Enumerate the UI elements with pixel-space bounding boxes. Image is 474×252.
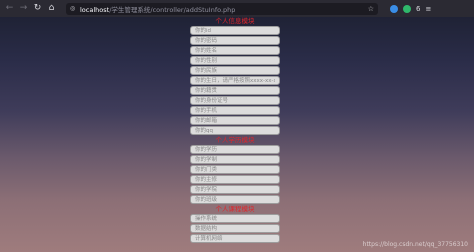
url-text: localhost/学生管理系统/controller/addStuInfo.p… — [80, 5, 236, 14]
form-input-field[interactable] — [190, 36, 280, 45]
form-input-field[interactable] — [190, 86, 280, 95]
back-arrow-icon[interactable]: ← — [4, 3, 15, 14]
form-input-field[interactable] — [190, 46, 280, 55]
form-input-field[interactable] — [190, 56, 280, 65]
address-bar[interactable]: ◎ localhost/学生管理系统/controller/addStuInfo… — [66, 2, 378, 15]
form-input-field[interactable] — [190, 155, 280, 164]
form-input-field[interactable] — [190, 224, 280, 233]
form-input-field[interactable] — [190, 214, 280, 223]
student-info-form: 个人信息模块个人学历模块个人课程模块 — [190, 17, 280, 244]
reload-icon[interactable]: ↻ — [32, 3, 43, 14]
form-input-field[interactable] — [190, 96, 280, 105]
form-input-field[interactable] — [190, 76, 280, 85]
bookmark-star-icon[interactable]: ☆ — [368, 5, 374, 13]
section-title: 个人信息模块 — [215, 17, 255, 25]
page-info-icon[interactable]: ◎ — [70, 5, 77, 12]
form-input-field[interactable] — [190, 234, 280, 243]
form-input-field[interactable] — [190, 66, 280, 75]
form-input-field[interactable] — [190, 106, 280, 115]
browser-toolbar: ← → ↻ ⌂ ◎ localhost/学生管理系统/controller/ad… — [0, 0, 474, 17]
section-title: 个人课程模块 — [215, 205, 255, 213]
section-title: 个人学历模块 — [215, 136, 255, 144]
extension-icon[interactable] — [403, 4, 411, 13]
form-input-field[interactable] — [190, 195, 280, 204]
home-icon[interactable]: ⌂ — [46, 3, 57, 14]
form-input-field[interactable] — [190, 126, 280, 135]
menu-icon[interactable]: ≡ — [425, 5, 431, 13]
forward-arrow-icon[interactable]: → — [18, 3, 29, 14]
extension-icon[interactable] — [390, 4, 398, 13]
watermark: https://blog.csdn.net/qq_37756310 — [362, 241, 468, 248]
form-input-field[interactable] — [190, 175, 280, 184]
extensions-area: 6 ≡ — [390, 4, 431, 13]
form-input-field[interactable] — [190, 165, 280, 174]
form-input-field[interactable] — [190, 116, 280, 125]
form-input-field[interactable] — [190, 26, 280, 35]
form-input-field[interactable] — [190, 145, 280, 154]
page-viewport: 个人信息模块个人学历模块个人课程模块 https://blog.csdn.net… — [0, 17, 474, 252]
extension-badge: 6 — [416, 4, 421, 13]
form-input-field[interactable] — [190, 185, 280, 194]
